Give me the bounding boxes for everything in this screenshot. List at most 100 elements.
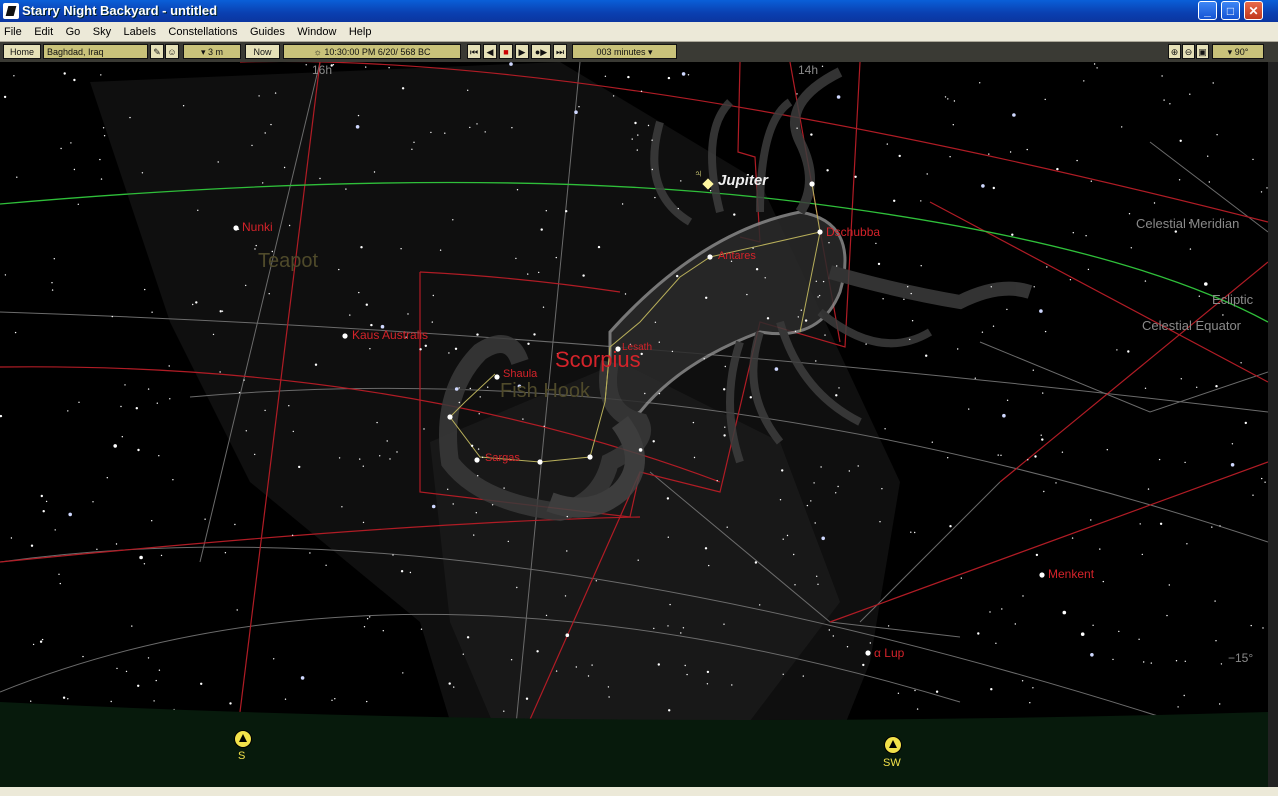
- minimize-button[interactable]: _: [1198, 1, 1217, 20]
- menu-help[interactable]: Help: [345, 23, 376, 38]
- star: [764, 277, 766, 279]
- asterism-teapot[interactable]: Teapot: [258, 250, 318, 273]
- menu-constellations[interactable]: Constellations: [164, 23, 241, 38]
- year-value[interactable]: 568 BC: [400, 47, 430, 57]
- star: [1029, 702, 1031, 704]
- star: [16, 176, 18, 178]
- menu-go[interactable]: Go: [62, 23, 85, 38]
- star: [703, 358, 705, 360]
- home-button[interactable]: Home: [3, 44, 41, 59]
- star-label-menkent[interactable]: Menkent: [1048, 567, 1094, 581]
- star: [1112, 658, 1114, 661]
- play-icon[interactable]: ▶: [515, 44, 529, 59]
- star: [988, 153, 990, 155]
- star: [591, 664, 593, 666]
- asterism-fish-hook[interactable]: Fish Hook: [500, 380, 590, 403]
- vertical-scrollbar[interactable]: [1268, 62, 1278, 787]
- maximize-button[interactable]: □: [1221, 1, 1240, 20]
- compass-label-s: S: [238, 750, 246, 762]
- close-button[interactable]: ✕: [1244, 1, 1263, 20]
- star: [116, 667, 118, 670]
- celestial-meridian-label: Celestial Meridian: [1136, 216, 1240, 231]
- star: [477, 448, 480, 450]
- star-label-alpha-lup[interactable]: α Lup: [874, 646, 904, 660]
- star: [1040, 434, 1042, 436]
- step-back-fast-icon[interactable]: ⏮: [467, 44, 481, 59]
- star: [1161, 75, 1163, 77]
- star-label-shaula[interactable]: Shaula: [503, 368, 537, 380]
- zoom-out-icon[interactable]: ⊖: [1182, 44, 1195, 59]
- star: [624, 293, 627, 295]
- star-label-antares[interactable]: Antares: [718, 250, 756, 262]
- star: [452, 219, 454, 221]
- star-label-dschubba[interactable]: Dschubba: [826, 225, 880, 239]
- star-label-kaus-australis[interactable]: Kaus Australis: [352, 328, 428, 342]
- star: [1143, 661, 1145, 663]
- star: [854, 175, 857, 178]
- star: [634, 121, 637, 125]
- time-value[interactable]: 10:30:00 PM: [324, 47, 375, 57]
- star: [1087, 268, 1090, 271]
- star-label-lesath[interactable]: Lesath: [622, 342, 652, 353]
- menu-window[interactable]: Window: [293, 23, 340, 38]
- star: [448, 352, 450, 354]
- menu-labels[interactable]: Labels: [120, 23, 160, 38]
- star: [926, 173, 928, 175]
- star: [503, 487, 505, 489]
- date-value[interactable]: 6/20/: [378, 47, 398, 57]
- star: [1116, 349, 1118, 351]
- fov-dropdown[interactable]: ▾ 90°: [1212, 44, 1264, 59]
- star: [1250, 624, 1252, 627]
- time-step-dropdown[interactable]: 003 minutes ▾: [572, 44, 677, 59]
- star: [1033, 286, 1035, 288]
- step-forward-fast-icon[interactable]: ⏭: [553, 44, 567, 59]
- star: [219, 310, 222, 313]
- star: [67, 410, 69, 412]
- star: [796, 127, 798, 129]
- star: [284, 698, 287, 700]
- star: [794, 330, 797, 332]
- star: [359, 458, 361, 460]
- menu-sky[interactable]: Sky: [89, 23, 115, 38]
- step-forward-icon[interactable]: ●▶: [531, 44, 551, 59]
- star: [897, 692, 900, 694]
- star: [797, 316, 799, 318]
- star: [200, 682, 203, 685]
- star: [1096, 67, 1098, 69]
- star: [153, 700, 155, 702]
- location-field[interactable]: Baghdad, Iraq: [43, 44, 148, 59]
- star-label-nunki[interactable]: Nunki: [242, 220, 273, 234]
- compass-marker-sw[interactable]: [884, 736, 902, 754]
- zoom-in-icon[interactable]: ⊕: [1168, 44, 1181, 59]
- person-icon[interactable]: ☺: [165, 44, 179, 59]
- pencil-icon[interactable]: ✎: [150, 44, 164, 59]
- bright-star: [342, 333, 348, 339]
- star: [527, 273, 529, 275]
- star: [638, 448, 643, 452]
- star: [1219, 525, 1221, 527]
- star: [920, 265, 922, 267]
- menu-guides[interactable]: Guides: [246, 23, 289, 38]
- star: [838, 387, 840, 389]
- datetime-field[interactable]: ☼ 10:30:00 PM 6/20/ 568 BC: [283, 44, 461, 59]
- star-label-sargas[interactable]: Sargas: [485, 452, 520, 464]
- star: [682, 627, 685, 629]
- step-back-icon[interactable]: ◀: [483, 44, 497, 59]
- planet-label[interactable]: Jupiter: [718, 172, 768, 189]
- elevation-dropdown[interactable]: ▾ 3 m: [183, 44, 241, 59]
- star: [439, 249, 442, 251]
- star: [814, 522, 816, 524]
- compass-marker-s[interactable]: [234, 730, 252, 748]
- now-button[interactable]: Now: [245, 44, 280, 59]
- menu-edit[interactable]: Edit: [30, 23, 57, 38]
- zoom-box-icon[interactable]: ▣: [1196, 44, 1209, 59]
- menu-file[interactable]: File: [0, 23, 26, 38]
- stop-icon[interactable]: ■: [499, 44, 513, 59]
- star: [538, 271, 540, 274]
- ecliptic-label: Ecliptic: [1212, 292, 1254, 307]
- title-bar[interactable]: Starry Night Backyard - untitled _ □ ✕: [0, 0, 1278, 22]
- star: [362, 521, 365, 524]
- sky-view[interactable]: 16h 14h Scorpius Teapot Fish Hook ♃ Jupi…: [0, 62, 1268, 787]
- star: [273, 658, 275, 660]
- star: [992, 325, 995, 327]
